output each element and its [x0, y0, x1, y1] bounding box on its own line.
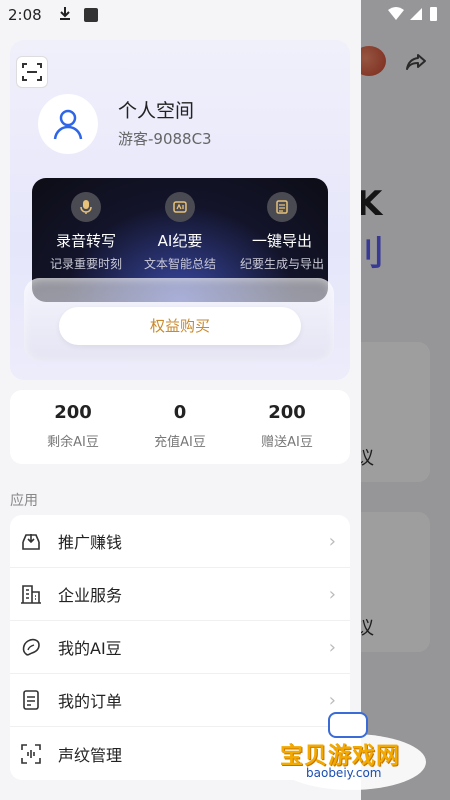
menu-item-label: 推广赚钱 — [58, 533, 123, 552]
voiceprint-scan-icon — [20, 743, 42, 765]
download-icon — [58, 6, 72, 24]
feature-name: 一键导出 — [251, 232, 312, 250]
watermark-url: baobeiy.com — [306, 766, 382, 780]
bean-icon — [20, 636, 42, 658]
order-list-icon — [20, 689, 42, 711]
inbox-download-icon — [20, 530, 42, 552]
stat-gifted[interactable]: 200 赠送AI豆 — [237, 402, 337, 450]
app-notification-icon — [84, 8, 98, 22]
feature-desc: 文本智能总结 — [143, 257, 216, 271]
menu-item-promote[interactable]: 推广赚钱 › — [10, 515, 350, 568]
export-document-icon — [267, 192, 297, 222]
chevron-right-icon: › — [328, 636, 336, 658]
status-bar: 2:08 — [0, 0, 450, 30]
gamepad-icon — [328, 712, 368, 738]
menu-item-my-ai-beans[interactable]: 我的AI豆 › — [10, 621, 350, 674]
guest-id: 游客-9088C3 — [118, 130, 212, 148]
side-drawer: 个人空间 游客-9088C3 录音转写 记录重要时刻 AI纪要 文本智能总结 一… — [0, 0, 361, 800]
stat-label: 剩余AI豆 — [47, 435, 99, 450]
profile-title[interactable]: 个人空间 — [118, 96, 194, 123]
menu-item-enterprise[interactable]: 企业服务 › — [10, 568, 350, 621]
stat-remaining[interactable]: 200 剩余AI豆 — [23, 402, 123, 450]
buy-benefits-button[interactable]: 权益购买 — [59, 307, 301, 345]
feature-export: 一键导出 纪要生成与导出 — [232, 192, 332, 272]
stat-value: 200 — [268, 402, 306, 423]
stat-value: 0 — [173, 402, 187, 423]
menu-item-label: 声纹管理 — [58, 745, 123, 765]
feature-desc: 记录重要时刻 — [49, 257, 122, 271]
ai-summary-icon — [165, 192, 195, 222]
scan-icon — [22, 63, 42, 81]
section-title: 应用 — [10, 493, 38, 509]
menu-item-label: 我的AI豆 — [58, 639, 122, 658]
chevron-right-icon: › — [328, 583, 336, 605]
stat-label: 赠送AI豆 — [261, 435, 313, 450]
feature-name: AI纪要 — [157, 232, 203, 250]
feature-recording: 录音转写 记录重要时刻 — [36, 192, 136, 272]
status-right-icons — [386, 6, 442, 26]
stat-recharged[interactable]: 0 充值AI豆 — [130, 402, 230, 450]
status-time: 2:08 — [8, 6, 42, 24]
stat-label: 充值AI豆 — [154, 435, 206, 450]
menu-item-label: 我的订单 — [58, 692, 123, 711]
stat-value: 200 — [54, 402, 92, 423]
feature-name: 录音转写 — [55, 232, 116, 250]
scan-button[interactable] — [16, 56, 48, 88]
avatar[interactable] — [38, 94, 98, 154]
chevron-right-icon: › — [328, 530, 336, 552]
menu-item-label: 企业服务 — [58, 586, 123, 605]
watermark-title: 宝贝游戏网 — [280, 743, 400, 769]
microphone-icon — [71, 192, 101, 222]
watermark-logo: 宝贝游戏网 baobeiy.com — [276, 708, 446, 790]
feature-desc: 纪要生成与导出 — [239, 257, 324, 271]
building-icon — [20, 583, 42, 605]
user-avatar-icon — [53, 109, 83, 140]
feature-ai-summary: AI纪要 文本智能总结 — [130, 192, 230, 272]
